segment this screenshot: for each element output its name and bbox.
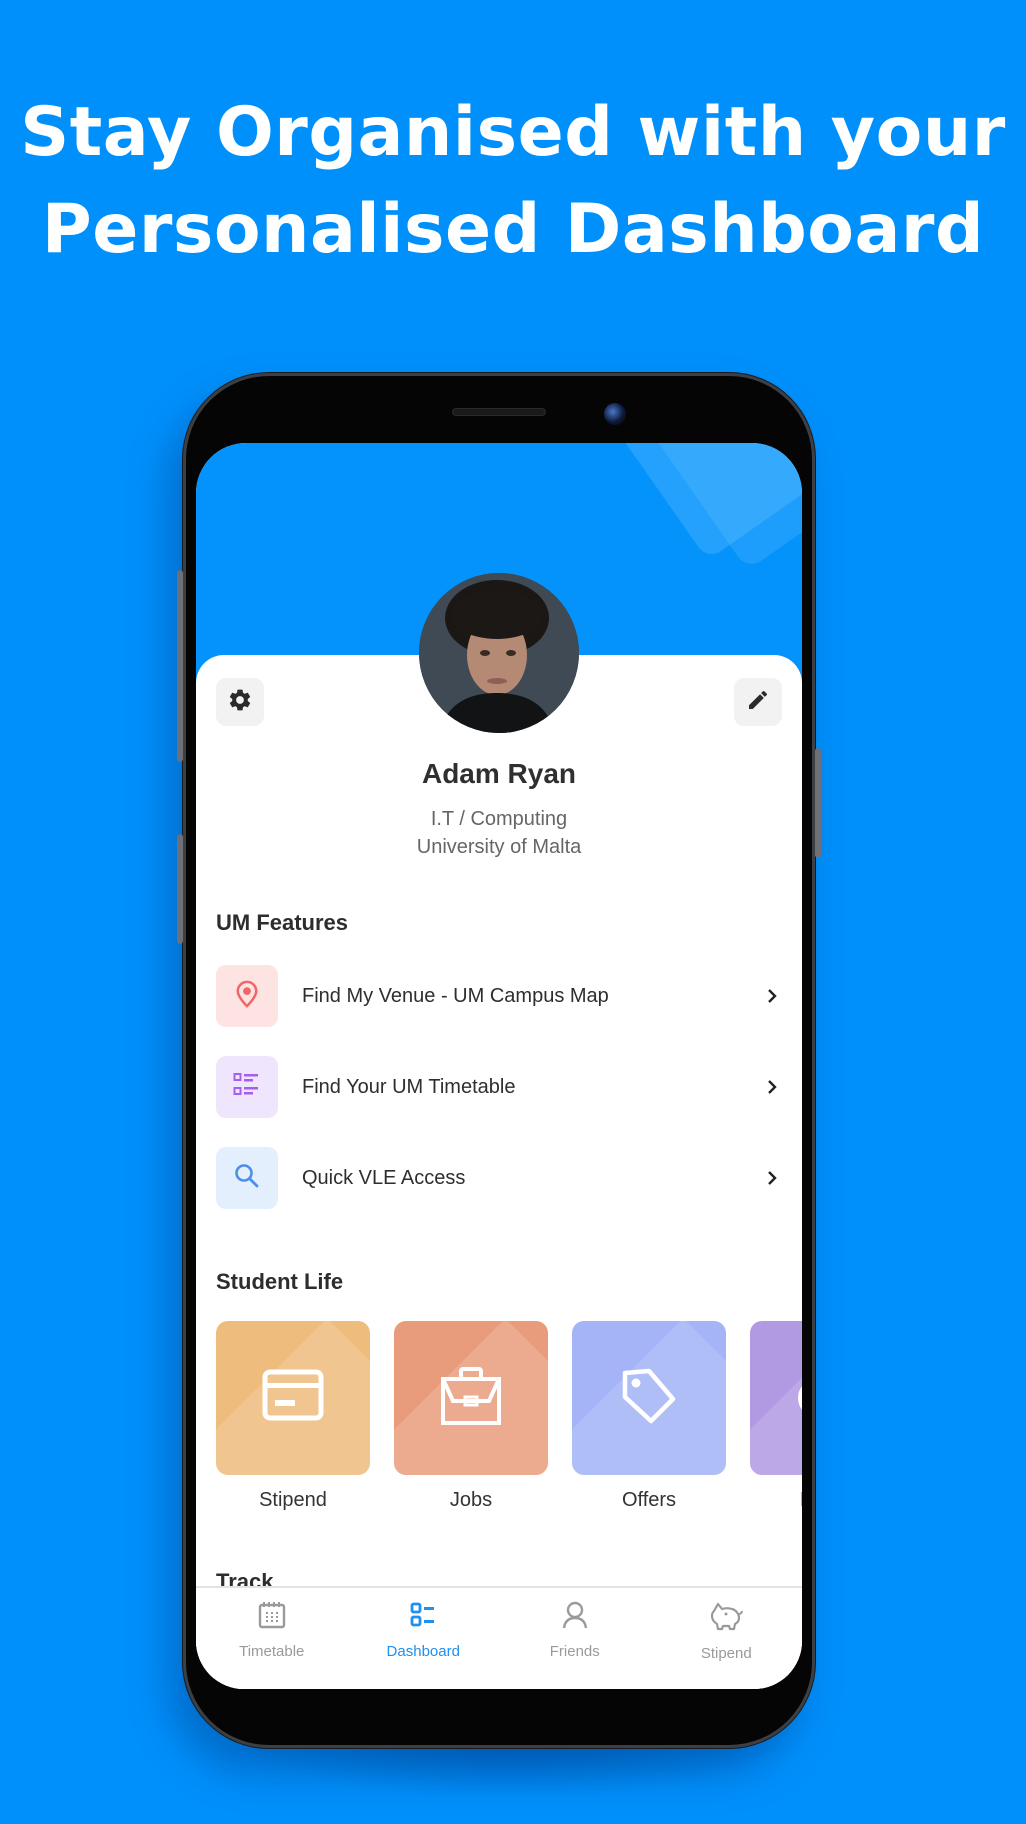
tab-label: Stipend	[700, 1645, 752, 1662]
tab-label: Friends	[549, 1643, 600, 1660]
pencil-icon	[746, 688, 770, 717]
calendar-icon	[257, 1600, 287, 1635]
phone-side-button-right	[815, 748, 821, 858]
tab-timetable[interactable]: Timetable	[196, 1588, 348, 1689]
feature-find-timetable[interactable]: Find Your UM Timetable	[216, 1055, 782, 1119]
phone-side-button-left-2	[177, 834, 183, 944]
feature-find-venue[interactable]: Find My Venue - UM Campus Map	[216, 964, 782, 1028]
tile-partial[interactable]: E	[750, 1321, 802, 1512]
search-icon	[233, 1162, 261, 1195]
tab-stipend[interactable]: Stipend	[651, 1588, 803, 1689]
feature-label: Find My Venue - UM Campus Map	[302, 984, 609, 1007]
feature-icon-box	[216, 965, 278, 1027]
um-features-title: UM Features	[216, 910, 349, 935]
dashboard-icon	[408, 1600, 438, 1635]
avatar-photo	[419, 573, 579, 733]
settings-button[interactable]	[216, 678, 264, 726]
tile-box	[750, 1321, 802, 1475]
tile-offers[interactable]: Offers	[572, 1321, 726, 1512]
map-pin-icon	[233, 979, 261, 1014]
feature-label: Find Your UM Timetable	[302, 1075, 516, 1098]
tile-jobs[interactable]: Jobs	[394, 1321, 548, 1512]
chevron-right-icon	[762, 1077, 782, 1097]
tile-stipend[interactable]: Stipend	[216, 1321, 370, 1512]
profile-course: I.T / Computing	[430, 808, 568, 830]
tile-box	[572, 1321, 726, 1475]
headline-line-1: Stay Organised with your	[20, 93, 1006, 172]
tab-friends[interactable]: Friends	[499, 1588, 651, 1689]
tab-label: Timetable	[239, 1643, 305, 1660]
tile-box	[394, 1321, 548, 1475]
feature-label: Quick VLE Access	[302, 1166, 466, 1189]
student-life-carousel[interactable]: Stipend Jobs Offers	[216, 1321, 802, 1521]
person-icon	[560, 1600, 590, 1635]
feature-icon-box	[216, 1147, 278, 1209]
app-screen: Adam Ryan I.T / Computing University of …	[196, 443, 802, 1689]
piggy-bank-icon	[708, 1600, 744, 1637]
tab-label: Dashboard	[386, 1643, 460, 1660]
briefcase-icon	[438, 1365, 504, 1432]
feature-icon-box	[216, 1056, 278, 1118]
tab-dashboard[interactable]: Dashboard	[348, 1588, 500, 1689]
phone-side-button-left-1	[177, 570, 183, 762]
feature-quick-vle[interactable]: Quick VLE Access	[216, 1146, 782, 1210]
student-life-title: Student Life	[216, 1269, 344, 1294]
chevron-right-icon	[762, 1168, 782, 1188]
tile-label: Stipend	[259, 1489, 327, 1511]
tag-icon	[619, 1365, 679, 1432]
chevron-right-icon	[762, 986, 782, 1006]
phone-camera	[604, 403, 626, 425]
bottom-tab-bar: Timetable Dashboard Friends Stipend	[196, 1586, 802, 1689]
gear-icon	[227, 687, 253, 718]
tile-label: Jobs	[449, 1489, 493, 1511]
edit-profile-button[interactable]	[734, 678, 782, 726]
tile-label: Offers	[621, 1489, 677, 1511]
avatar[interactable]	[419, 573, 579, 733]
tile-box	[216, 1321, 370, 1475]
tile-label: E	[750, 1489, 802, 1512]
phone-speaker	[452, 408, 546, 416]
dashboard-card: Adam Ryan I.T / Computing University of …	[196, 655, 802, 1689]
headline: Stay Organised with your Personalised Da…	[0, 84, 1026, 278]
profile-university: University of Malta	[416, 836, 582, 858]
credit-card-icon	[261, 1368, 325, 1429]
profile-name: Adam Ryan	[421, 758, 577, 789]
headline-line-2: Personalised Dashboard	[41, 190, 985, 269]
list-icon	[233, 1072, 261, 1103]
